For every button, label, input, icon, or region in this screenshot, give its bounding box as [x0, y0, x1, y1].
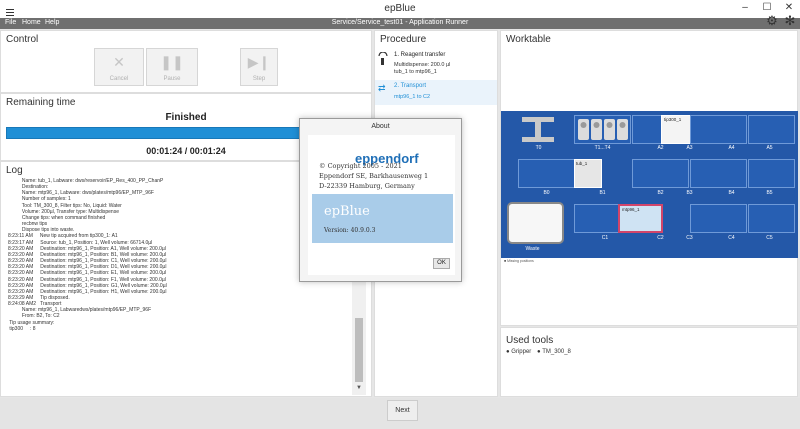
pause-icon: ❚❚	[160, 54, 184, 70]
slot-label-B0: B0	[543, 190, 550, 196]
scroll-thumb[interactable]	[355, 318, 363, 382]
step-2-detail: mtp96_1 to C2	[394, 94, 431, 100]
log-title: Log	[6, 165, 23, 176]
step-2-title: 2. Transport	[394, 83, 427, 89]
slot-label-A5: A5	[766, 145, 773, 151]
plate-mtp96[interactable]: mtp96_1	[618, 204, 663, 233]
waste-container[interactable]	[507, 202, 564, 244]
remaining-title: Remaining time	[6, 97, 76, 108]
control-title: Control	[6, 34, 39, 45]
step-button[interactable]: ▶❙ Step	[240, 48, 278, 86]
about-title: About	[371, 123, 390, 130]
slot-A3[interactable]	[690, 115, 747, 144]
used-tool-tm300: ● TM_300_8	[537, 349, 571, 355]
tub-label: tub_1	[576, 161, 588, 166]
cancel-button[interactable]: ✕ Cancel	[94, 48, 144, 86]
used-tool-gripper: ● Gripper	[506, 349, 532, 355]
next-button[interactable]: Next	[387, 400, 418, 421]
step-label: Step	[252, 76, 266, 82]
ok-button[interactable]: OK	[433, 258, 450, 269]
slot-label-T0: T0	[535, 145, 542, 151]
slot-label-B1: B1	[599, 190, 606, 196]
cancel-label: Cancel	[109, 76, 129, 82]
fan-icon[interactable]: ✻	[781, 12, 799, 30]
step-1-detail: Multidispense: 200.0 µl	[394, 62, 451, 68]
step-1-title: 1. Reagent transfer	[394, 52, 446, 58]
slot-label-B5: B5	[766, 190, 773, 196]
step-1-detail-2: tub_1 to mtp96_1	[394, 69, 437, 75]
scroll-down-icon[interactable]: ▼	[352, 385, 366, 391]
about-dialog: About eppendorf © Copyright 2005 - 2021 …	[299, 118, 462, 282]
slot-T1-T4[interactable]	[574, 115, 631, 144]
worktable-deck[interactable]: tip300_1 T0 T1...T4 A2 A3 A4 A5 tub_1 B0…	[501, 111, 798, 258]
used-tools-panel: Used tools	[500, 327, 798, 397]
procedure-step-1[interactable]: 1. Reagent transfer Multidispense: 200.0…	[378, 51, 494, 80]
step-icon: ▶❙	[247, 54, 271, 70]
pipette-icon	[378, 51, 388, 66]
worktable-footnote: ■ Missing positions	[504, 259, 534, 263]
run-settings-icon[interactable]: ⚙	[763, 12, 781, 30]
minimize-button[interactable]: –	[738, 2, 752, 13]
procedure-title: Procedure	[380, 34, 427, 45]
company-city: D-22339 Hamburg, Germany	[319, 182, 415, 190]
log-line: tip300 : 8	[8, 325, 36, 332]
menu-bar: File Home Help Service/Service_test01 - …	[0, 18, 800, 29]
tub-tub1[interactable]: tub_1	[574, 159, 602, 188]
window-subtitle: Service/Service_test01 - Application Run…	[331, 19, 469, 26]
slot-C4[interactable]	[690, 204, 747, 233]
slot-B0[interactable]	[518, 159, 575, 188]
slot-B2[interactable]	[632, 159, 689, 188]
window-title: epBlue	[384, 3, 416, 14]
slot-B5[interactable]	[748, 159, 795, 188]
slot-C5[interactable]	[748, 204, 795, 233]
used-tools-title: Used tools	[506, 335, 554, 346]
slot-A5[interactable]	[748, 115, 795, 144]
slot-label-C1: C1	[601, 235, 609, 241]
slot-T0[interactable]	[518, 115, 575, 144]
product-name: epBlue	[324, 204, 370, 219]
company-address: Eppendorf SE, Barkhausenweg 1	[319, 172, 429, 180]
pause-label: Pause	[163, 76, 181, 82]
procedure-step-2[interactable]: ⇄ 2. Transport mtp96_1 to C2	[378, 83, 494, 103]
title-bar: epBlue – ☐ ✕	[0, 0, 800, 18]
pause-button[interactable]: ❚❚ Pause	[146, 48, 198, 86]
copyright-text: © Copyright 2005 - 2021	[319, 162, 402, 170]
worktable-title: Worktable	[506, 34, 551, 45]
version-text: Version: 40.9.0.3	[324, 227, 376, 234]
slot-B4[interactable]	[690, 159, 747, 188]
slot-label-T1: T1...T4	[594, 145, 611, 151]
tip-rack-label: tip300_1	[664, 117, 682, 122]
slot-label-waste: Waste	[525, 246, 540, 252]
plate-label: mtp96_1	[622, 207, 640, 212]
slot-label-C5: C5	[766, 235, 773, 241]
cancel-icon: ✕	[113, 54, 125, 70]
transport-icon: ⇄	[378, 83, 386, 93]
